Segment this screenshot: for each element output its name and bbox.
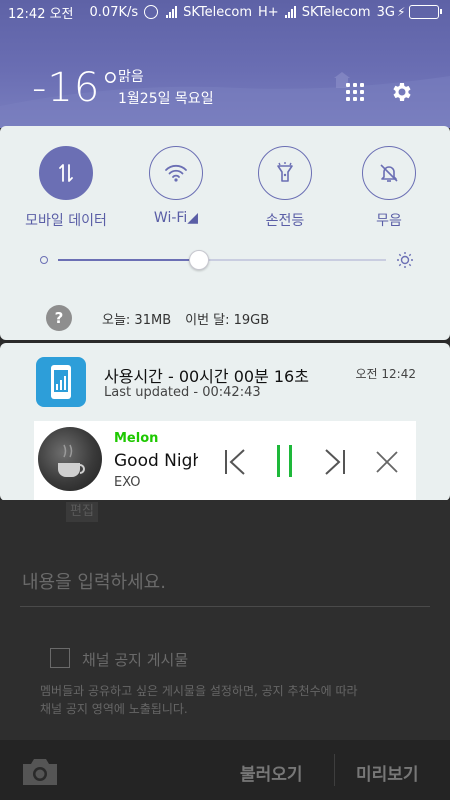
artist-name: EXO (114, 475, 141, 490)
alarm-icon (144, 5, 159, 19)
melon-logo: Melon (114, 431, 159, 446)
music-player-notification[interactable]: Melon Good Night EXO (34, 421, 416, 501)
usage-app-icon (36, 357, 86, 407)
previous-track-icon[interactable] (222, 447, 248, 477)
sun-icon (397, 252, 413, 268)
bell-off-icon (362, 146, 416, 200)
edit-tag: 편집 (66, 502, 98, 522)
bottom-bar: 불러오기 미리보기 (0, 740, 450, 800)
toggle-label: 손전등 (265, 213, 305, 229)
carrier-1: SKTelecom (183, 4, 253, 20)
usage-today: 오늘: 31MB (102, 312, 172, 328)
clock: 12:42 오전 (8, 6, 74, 22)
toggle-label: 모바일 데이터 (25, 213, 107, 229)
network-speed: 0.07K/s (89, 4, 139, 20)
toggle-flashlight[interactable]: 손전등 (240, 146, 330, 230)
toggle-label: Wi-Fi◢ (153, 210, 199, 226)
close-icon[interactable] (374, 447, 400, 477)
brightness-track-fill (58, 259, 200, 261)
toggle-label: 무음 (376, 213, 402, 229)
charging-icon: ⚡ (396, 5, 406, 19)
notice-description: 멤버들과 공유하고 싶은 게시물을 설정하면, 공지 추천수에 따라 채널 공지… (40, 684, 358, 716)
toggle-silent[interactable]: 무음 (344, 146, 434, 230)
load-button[interactable]: 불러오기 (240, 760, 303, 785)
brightness-slider[interactable] (40, 250, 414, 270)
network-type-1: H+ (258, 4, 279, 20)
data-usage: ? 오늘: 31MB 이번 달: 19GB (46, 304, 406, 332)
toggle-mobile-data[interactable]: 모바일 데이터 (21, 146, 111, 230)
background-app: 편집 내용을 입력하세요. 채널 공지 게시물 멤버들과 공유하고 싶은 게시물… (0, 500, 450, 800)
mobile-data-icon (39, 146, 93, 200)
network-type-2: 3G (376, 4, 395, 20)
battery-icon (409, 5, 443, 19)
help-icon[interactable]: ? (46, 305, 72, 331)
wifi-icon (149, 146, 203, 200)
notice-checkbox[interactable] (50, 648, 70, 668)
carrier-2: SKTelecom (301, 4, 371, 20)
temperature: -16° (32, 65, 122, 111)
date: 1월25일 목요일 (118, 91, 214, 107)
notice-label: 채널 공지 게시물 (82, 651, 189, 669)
status-bar: 12:42 오전 0.07K/s SKTelecom H+ SKTelecom … (0, 0, 450, 24)
notification-title: 사용시간 - 00시간 00분 16초 (104, 367, 309, 386)
album-art (38, 427, 102, 491)
button-separator (334, 754, 335, 786)
flashlight-icon (258, 146, 312, 200)
usage-month: 이번 달: 19GB (185, 312, 270, 328)
weather-condition: 맑음 (118, 69, 144, 85)
notification-time: 오전 12:42 (355, 367, 416, 381)
divider (20, 606, 430, 607)
notification-subtitle: Last updated - 00:42:43 (104, 385, 261, 400)
gear-icon[interactable] (390, 80, 414, 104)
content-input[interactable]: 내용을 입력하세요. (22, 568, 166, 594)
toggle-wifi[interactable]: Wi-Fi◢ (131, 146, 221, 226)
preview-button[interactable]: 미리보기 (356, 760, 419, 785)
next-track-icon[interactable] (322, 447, 348, 477)
pause-icon[interactable] (272, 443, 298, 479)
notification-card[interactable]: 사용시간 - 00시간 00분 16초 Last updated - 00:42… (0, 343, 450, 501)
signal-icon-2 (284, 6, 296, 18)
apps-grid-icon[interactable] (346, 83, 364, 101)
song-title: Good Night (114, 451, 198, 471)
brightness-thumb[interactable] (189, 250, 210, 270)
camera-icon[interactable] (20, 756, 60, 788)
brightness-low-icon (40, 256, 48, 264)
signal-icon (166, 6, 178, 18)
quick-settings-panel: 모바일 데이터 Wi-Fi◢ 손전등 무음 ? 오늘: 31MB 이번 달: 1… (0, 126, 450, 340)
notification-header: 12:42 오전 0.07K/s SKTelecom H+ SKTelecom … (0, 0, 450, 128)
